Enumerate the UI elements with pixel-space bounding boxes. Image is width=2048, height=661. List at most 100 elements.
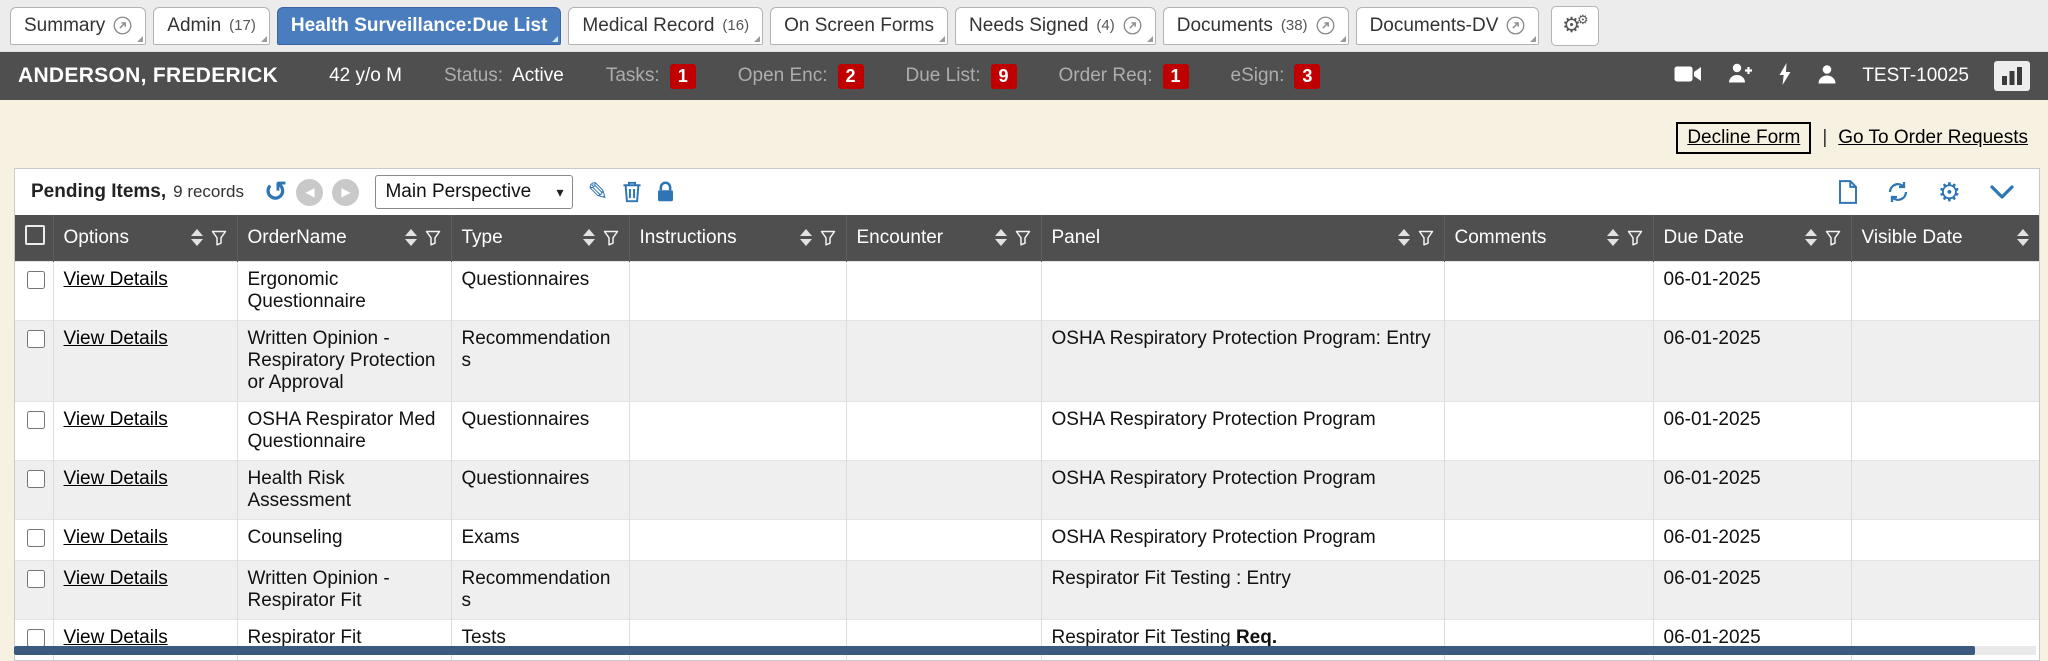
patient-banner: ANDERSON, FREDERICK 42 y/o M Status: Act…: [0, 52, 2048, 100]
tasks-badge[interactable]: 1: [670, 64, 696, 89]
tab-documents-dv[interactable]: Documents-DV: [1356, 7, 1540, 45]
sort-icon[interactable]: [191, 229, 203, 246]
view-details-link[interactable]: View Details: [64, 269, 168, 290]
perspective-select[interactable]: Main Perspective ▾: [375, 175, 573, 209]
sort-icon[interactable]: [995, 229, 1007, 246]
esign-badge[interactable]: 3: [1294, 64, 1320, 89]
video-camera-icon[interactable]: [1674, 65, 1702, 88]
col-encounter: Encounter: [846, 215, 1041, 261]
row-checkbox[interactable]: [27, 330, 45, 348]
horizontal-scrollbar-track[interactable]: [14, 646, 2036, 655]
horizontal-scrollbar-thumb[interactable]: [14, 646, 1975, 655]
select-all-checkbox[interactable]: [25, 225, 45, 245]
pending-items-grid: Pending Items, 9 records ↺ ◀ ▶ Main Pers…: [14, 168, 2040, 661]
delete-trash-icon[interactable]: [622, 181, 642, 203]
select-all-header: [15, 215, 53, 261]
col-order-name: OrderName: [237, 215, 451, 261]
tab-health-surveillance-due-list[interactable]: Health Surveillance:Due List: [277, 7, 562, 45]
col-panel: Panel: [1041, 215, 1444, 261]
filter-icon[interactable]: [1825, 230, 1841, 246]
filter-icon[interactable]: [603, 230, 619, 246]
banner-icon-group: TEST-10025: [1674, 61, 2030, 91]
add-person-icon[interactable]: [1727, 63, 1753, 89]
person-icon[interactable]: [1817, 64, 1837, 89]
row-checkbox[interactable]: [27, 271, 45, 289]
filter-icon[interactable]: [425, 230, 441, 246]
undo-icon[interactable]: ↺: [264, 178, 287, 206]
tab-documents[interactable]: Documents (38): [1163, 7, 1349, 45]
settings-gear-icon[interactable]: ⚙: [1938, 179, 1961, 205]
next-icon[interactable]: ▶: [332, 179, 359, 206]
sort-icon[interactable]: [583, 229, 595, 246]
previous-icon[interactable]: ◀: [296, 179, 323, 206]
filter-icon[interactable]: [1418, 230, 1434, 246]
view-details-link[interactable]: View Details: [64, 328, 168, 349]
row-checkbox[interactable]: [27, 529, 45, 547]
open-new-window-icon[interactable]: [1316, 16, 1335, 35]
row-checkbox[interactable]: [27, 470, 45, 488]
sort-icon[interactable]: [800, 229, 812, 246]
status-label: Status:: [444, 65, 503, 87]
view-details-link[interactable]: View Details: [64, 527, 168, 548]
filter-icon[interactable]: [1015, 230, 1031, 246]
tasks-label: Tasks:: [606, 65, 660, 87]
due-list-badge[interactable]: 9: [991, 64, 1017, 89]
table-row: View Details Written Opinion - Respirato…: [15, 320, 2039, 401]
filter-icon[interactable]: [820, 230, 836, 246]
table-row: View Details OSHA Respirator Med Questio…: [15, 401, 2039, 460]
edit-pencil-icon[interactable]: ✎: [587, 180, 608, 205]
view-details-link[interactable]: View Details: [64, 627, 168, 648]
view-details-link[interactable]: View Details: [64, 468, 168, 489]
header-row: Options OrderName Type Instructions Enco…: [15, 215, 2039, 261]
pending-items-table: Options OrderName Type Instructions Enco…: [15, 215, 2039, 660]
row-checkbox[interactable]: [27, 570, 45, 588]
tab-admin[interactable]: Admin (17): [153, 7, 270, 45]
view-details-link[interactable]: View Details: [64, 409, 168, 430]
link-separator: |: [1822, 127, 1827, 149]
user-id: TEST-10025: [1862, 65, 1969, 87]
col-due-date: Due Date: [1653, 215, 1851, 261]
open-enc-badge[interactable]: 2: [838, 64, 864, 89]
row-checkbox[interactable]: [27, 629, 45, 647]
table-row: View Details Written Opinion - Respirato…: [15, 560, 2039, 619]
grid-toolbar: Pending Items, 9 records ↺ ◀ ▶ Main Pers…: [15, 169, 2039, 215]
go-to-order-requests-link[interactable]: Go To Order Requests: [1838, 127, 2028, 149]
toolbar-right-icons: ⚙: [1838, 179, 2023, 205]
bar-chart-icon[interactable]: [1994, 61, 2030, 91]
tab-summary[interactable]: Summary: [10, 7, 146, 45]
table-row: View Details Counseling Exams OSHA Respi…: [15, 519, 2039, 560]
decline-form-button[interactable]: Decline Form: [1676, 122, 1811, 154]
lightning-icon[interactable]: [1778, 62, 1792, 91]
grid-title: Pending Items,: [31, 181, 166, 203]
order-req-badge[interactable]: 1: [1163, 64, 1189, 89]
open-new-window-icon[interactable]: [1506, 16, 1525, 35]
record-count: 9 records: [173, 182, 244, 202]
status-value: Active: [512, 65, 564, 87]
sort-icon[interactable]: [1805, 229, 1817, 246]
row-checkbox[interactable]: [27, 411, 45, 429]
new-document-icon[interactable]: [1838, 180, 1858, 204]
sort-icon[interactable]: [405, 229, 417, 246]
filter-icon[interactable]: [1627, 230, 1643, 246]
filter-icon[interactable]: [211, 230, 227, 246]
sort-icon[interactable]: [1398, 229, 1410, 246]
refresh-icon[interactable]: [1886, 180, 1910, 204]
open-enc-label: Open Enc:: [738, 65, 828, 87]
view-details-link[interactable]: View Details: [64, 568, 168, 589]
page-action-links: Decline Form | Go To Order Requests: [0, 122, 2028, 154]
open-new-window-icon[interactable]: [113, 16, 132, 35]
lock-icon[interactable]: [656, 181, 675, 203]
tab-bar: Summary Admin (17) Health Surveillance:D…: [0, 0, 2048, 52]
gears-icon-small: ⚙: [1577, 13, 1589, 26]
tab-settings-button[interactable]: ⚙ ⚙: [1551, 6, 1599, 46]
tab-needs-signed[interactable]: Needs Signed (4): [955, 7, 1156, 45]
tab-on-screen-forms[interactable]: On Screen Forms: [770, 7, 948, 45]
collapse-chevron-icon[interactable]: [1989, 184, 2015, 200]
sort-icon[interactable]: [1607, 229, 1619, 246]
perspective-value: Main Perspective: [385, 181, 531, 203]
open-new-window-icon[interactable]: [1123, 16, 1142, 35]
sort-icon[interactable]: [2017, 229, 2029, 246]
esign-label: eSign:: [1231, 65, 1285, 87]
tab-medical-record[interactable]: Medical Record (16): [568, 7, 763, 45]
patient-name: ANDERSON, FREDERICK: [18, 64, 278, 88]
